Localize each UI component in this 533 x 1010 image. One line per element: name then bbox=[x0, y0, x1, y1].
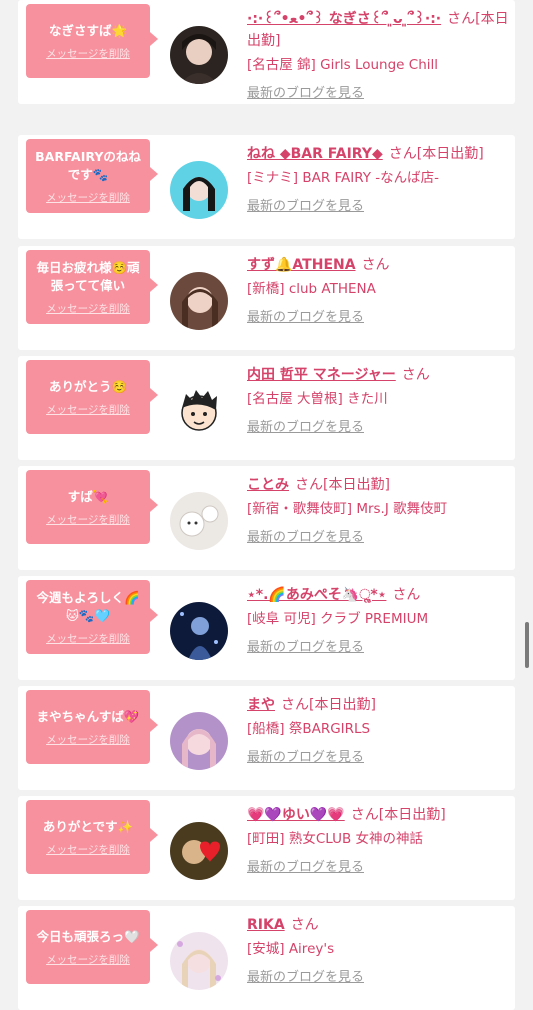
cast-suffix: さん[本日出勤] bbox=[281, 697, 376, 713]
message-bubble: なぎさすば🌟 メッセージを削除 bbox=[26, 4, 158, 78]
delete-message-link[interactable]: メッセージを削除 bbox=[46, 402, 130, 417]
message-bubble: 今週もよろしく🌈🐱🐾🩵 メッセージを削除 bbox=[26, 580, 158, 654]
cast-info: まや さん[本日出勤] [船橋] 祭BARGIRLS 最新のブログを見る bbox=[247, 694, 509, 768]
shop-name: [名古屋 錦] Girls Lounge Chill bbox=[247, 57, 439, 73]
cast-info: 内田 哲平 マネージャー さん [名古屋 大曽根] きた川 最新のブログを見る bbox=[247, 364, 509, 438]
cast-info: すず🔔ATHENA さん [新橋] club ATHENA 最新のブログを見る bbox=[247, 254, 509, 328]
list-item: ありがとう☺️ メッセージを削除 内田 哲平 マネージャー さん [名古屋 大曽根… bbox=[18, 356, 515, 460]
avatar[interactable] bbox=[170, 932, 228, 990]
cast-suffix: さん bbox=[401, 367, 430, 383]
shop-name: [ミナミ] BAR FAIRY -なんば店- bbox=[247, 170, 440, 186]
message-bubble: すば💘 メッセージを削除 bbox=[26, 470, 158, 544]
shop-name: [新橋] club ATHENA bbox=[247, 281, 376, 297]
list-item: まやちゃんすば💖 メッセージを削除 まや さん[本日出勤] [船橋] 祭BARGI… bbox=[18, 686, 515, 790]
message-text: BARFAIRYのねねです🐾 bbox=[35, 148, 141, 182]
avatar[interactable] bbox=[170, 712, 228, 770]
avatar[interactable] bbox=[170, 602, 228, 660]
latest-blog-link[interactable]: 最新のブログを見る bbox=[247, 748, 509, 768]
message-bubble: まやちゃんすば💖 メッセージを削除 bbox=[26, 690, 158, 764]
cast-name-link[interactable]: 内田 哲平 マネージャー bbox=[247, 367, 396, 383]
delete-message-link[interactable]: メッセージを削除 bbox=[46, 190, 130, 205]
shop-name: [岐阜 可児] クラブ PREMIUM bbox=[247, 611, 429, 627]
cast-suffix: さん bbox=[361, 257, 390, 273]
shop-name: [町田] 熟女CLUB 女神の神話 bbox=[247, 831, 424, 847]
cast-suffix: さん bbox=[290, 917, 319, 933]
latest-blog-link[interactable]: 最新のブログを見る bbox=[247, 528, 509, 548]
cast-name-link[interactable]: まや bbox=[247, 697, 275, 713]
cast-suffix: さん[本日出勤] bbox=[388, 146, 484, 162]
message-text: 毎日お疲れ様☺️頑張ってて偉い bbox=[36, 259, 140, 293]
list-item: 毎日お疲れ様☺️頑張ってて偉い メッセージを削除 すず🔔ATHENA さん [新橋… bbox=[18, 246, 515, 350]
cast-name-link[interactable]: ⋆*.🌈あみぺそ🦄ૢ*⋆ bbox=[247, 587, 386, 603]
avatar[interactable] bbox=[170, 822, 228, 880]
message-text: ありがとう☺️ bbox=[48, 378, 128, 394]
list-item: 今週もよろしく🌈🐱🐾🩵 メッセージを削除 ⋆*.🌈あみぺそ🦄ૢ*⋆ さん [岐阜 … bbox=[18, 576, 515, 680]
delete-message-link[interactable]: メッセージを削除 bbox=[46, 842, 130, 857]
cast-info: ねね ◆BAR FAIRY◆ さん[本日出勤] [ミナミ] BAR FAIRY -… bbox=[247, 143, 509, 217]
avatar[interactable] bbox=[170, 26, 228, 84]
cast-info: 💗💜ゆい💜💗 さん[本日出勤] [町田] 熟女CLUB 女神の神話 最新のブログを… bbox=[247, 804, 509, 878]
list-item: ありがとです✨ メッセージを削除 💗💜ゆい💜💗 さん[本日出勤] [町田] 熟女C… bbox=[18, 796, 515, 900]
avatar[interactable] bbox=[170, 382, 228, 440]
message-bubble: ありがとです✨ メッセージを削除 bbox=[26, 800, 158, 874]
latest-blog-link[interactable]: 最新のブログを見る bbox=[247, 858, 509, 878]
cast-name-link[interactable]: ねね ◆BAR FAIRY◆ bbox=[247, 146, 383, 162]
cast-name-link[interactable]: すず🔔ATHENA bbox=[247, 257, 356, 273]
cast-name-link[interactable]: ·:·꒰՞•ﻌ•՞꒱ なぎさ꒰՞ ͈ᴗ ͈՞꒱·:· bbox=[247, 11, 441, 27]
cast-suffix: さん bbox=[392, 587, 421, 603]
list-item: BARFAIRYのねねです🐾 メッセージを削除 ねね ◆BAR FAIRY◆ さん… bbox=[18, 135, 515, 239]
delete-message-link[interactable]: メッセージを削除 bbox=[46, 46, 130, 61]
list-item: なぎさすば🌟 メッセージを削除 ·:·꒰՞•ﻌ•՞꒱ なぎさ꒰՞ ͈ᴗ ͈՞꒱·… bbox=[18, 0, 515, 104]
cast-info: ⋆*.🌈あみぺそ🦄ૢ*⋆ さん [岐阜 可児] クラブ PREMIUM 最新のブロ… bbox=[247, 584, 509, 658]
shop-name: [安城] Airey's bbox=[247, 941, 335, 957]
list-item: すば💘 メッセージを削除 ことみ さん[本日出勤] [新宿・歌舞伎町] Mrs.J… bbox=[18, 466, 515, 570]
cast-info: ·:·꒰՞•ﻌ•՞꒱ なぎさ꒰՞ ͈ᴗ ͈՞꒱·:· さん[本日出勤] [名古屋 … bbox=[247, 8, 509, 104]
cast-info: ことみ さん[本日出勤] [新宿・歌舞伎町] Mrs.J 歌舞伎町 最新のブログを… bbox=[247, 474, 509, 548]
avatar[interactable] bbox=[170, 272, 228, 330]
latest-blog-link[interactable]: 最新のブログを見る bbox=[247, 968, 509, 988]
cast-name-link[interactable]: ことみ bbox=[247, 477, 289, 493]
avatar[interactable] bbox=[170, 161, 228, 219]
cast-info: RIKA さん [安城] Airey's 最新のブログを見る bbox=[247, 914, 509, 988]
shop-name: [船橋] 祭BARGIRLS bbox=[247, 721, 371, 737]
delete-message-link[interactable]: メッセージを削除 bbox=[46, 512, 130, 527]
cast-name-link[interactable]: 💗💜ゆい💜💗 bbox=[247, 807, 345, 823]
list-item: 今日も頑張ろっ🤍 メッセージを削除 RIKA さん [安城] Airey's 最新… bbox=[18, 906, 515, 1010]
latest-blog-link[interactable]: 最新のブログを見る bbox=[247, 308, 509, 328]
shop-name: [名古屋 大曽根] きた川 bbox=[247, 391, 388, 407]
latest-blog-link[interactable]: 最新のブログを見る bbox=[247, 418, 509, 438]
delete-message-link[interactable]: メッセージを削除 bbox=[46, 631, 130, 646]
cast-suffix: さん[本日出勤] bbox=[295, 477, 390, 493]
delete-message-link[interactable]: メッセージを削除 bbox=[46, 301, 130, 316]
shop-name: [新宿・歌舞伎町] Mrs.J 歌舞伎町 bbox=[247, 501, 448, 517]
message-bubble: 今日も頑張ろっ🤍 メッセージを削除 bbox=[26, 910, 158, 984]
cast-suffix: さん[本日出勤] bbox=[350, 807, 446, 823]
latest-blog-link[interactable]: 最新のブログを見る bbox=[247, 84, 509, 104]
message-text: 今日も頑張ろっ🤍 bbox=[36, 928, 140, 944]
message-text: すば💘 bbox=[67, 488, 109, 504]
delete-message-link[interactable]: メッセージを削除 bbox=[46, 732, 130, 747]
message-bubble: 毎日お疲れ様☺️頑張ってて偉い メッセージを削除 bbox=[26, 250, 158, 324]
delete-message-link[interactable]: メッセージを削除 bbox=[46, 952, 130, 967]
latest-blog-link[interactable]: 最新のブログを見る bbox=[247, 197, 509, 217]
avatar[interactable] bbox=[170, 492, 228, 550]
message-text: なぎさすば🌟 bbox=[48, 22, 128, 38]
message-bubble: BARFAIRYのねねです🐾 メッセージを削除 bbox=[26, 139, 158, 213]
message-text: 今週もよろしく🌈🐱🐾🩵 bbox=[36, 589, 140, 623]
message-text: まやちゃんすば💖 bbox=[36, 708, 140, 724]
message-text: ありがとです✨ bbox=[42, 818, 134, 834]
message-bubble: ありがとう☺️ メッセージを削除 bbox=[26, 360, 158, 434]
scrollbar[interactable] bbox=[525, 622, 529, 668]
latest-blog-link[interactable]: 最新のブログを見る bbox=[247, 638, 509, 658]
cast-name-link[interactable]: RIKA bbox=[247, 917, 285, 933]
